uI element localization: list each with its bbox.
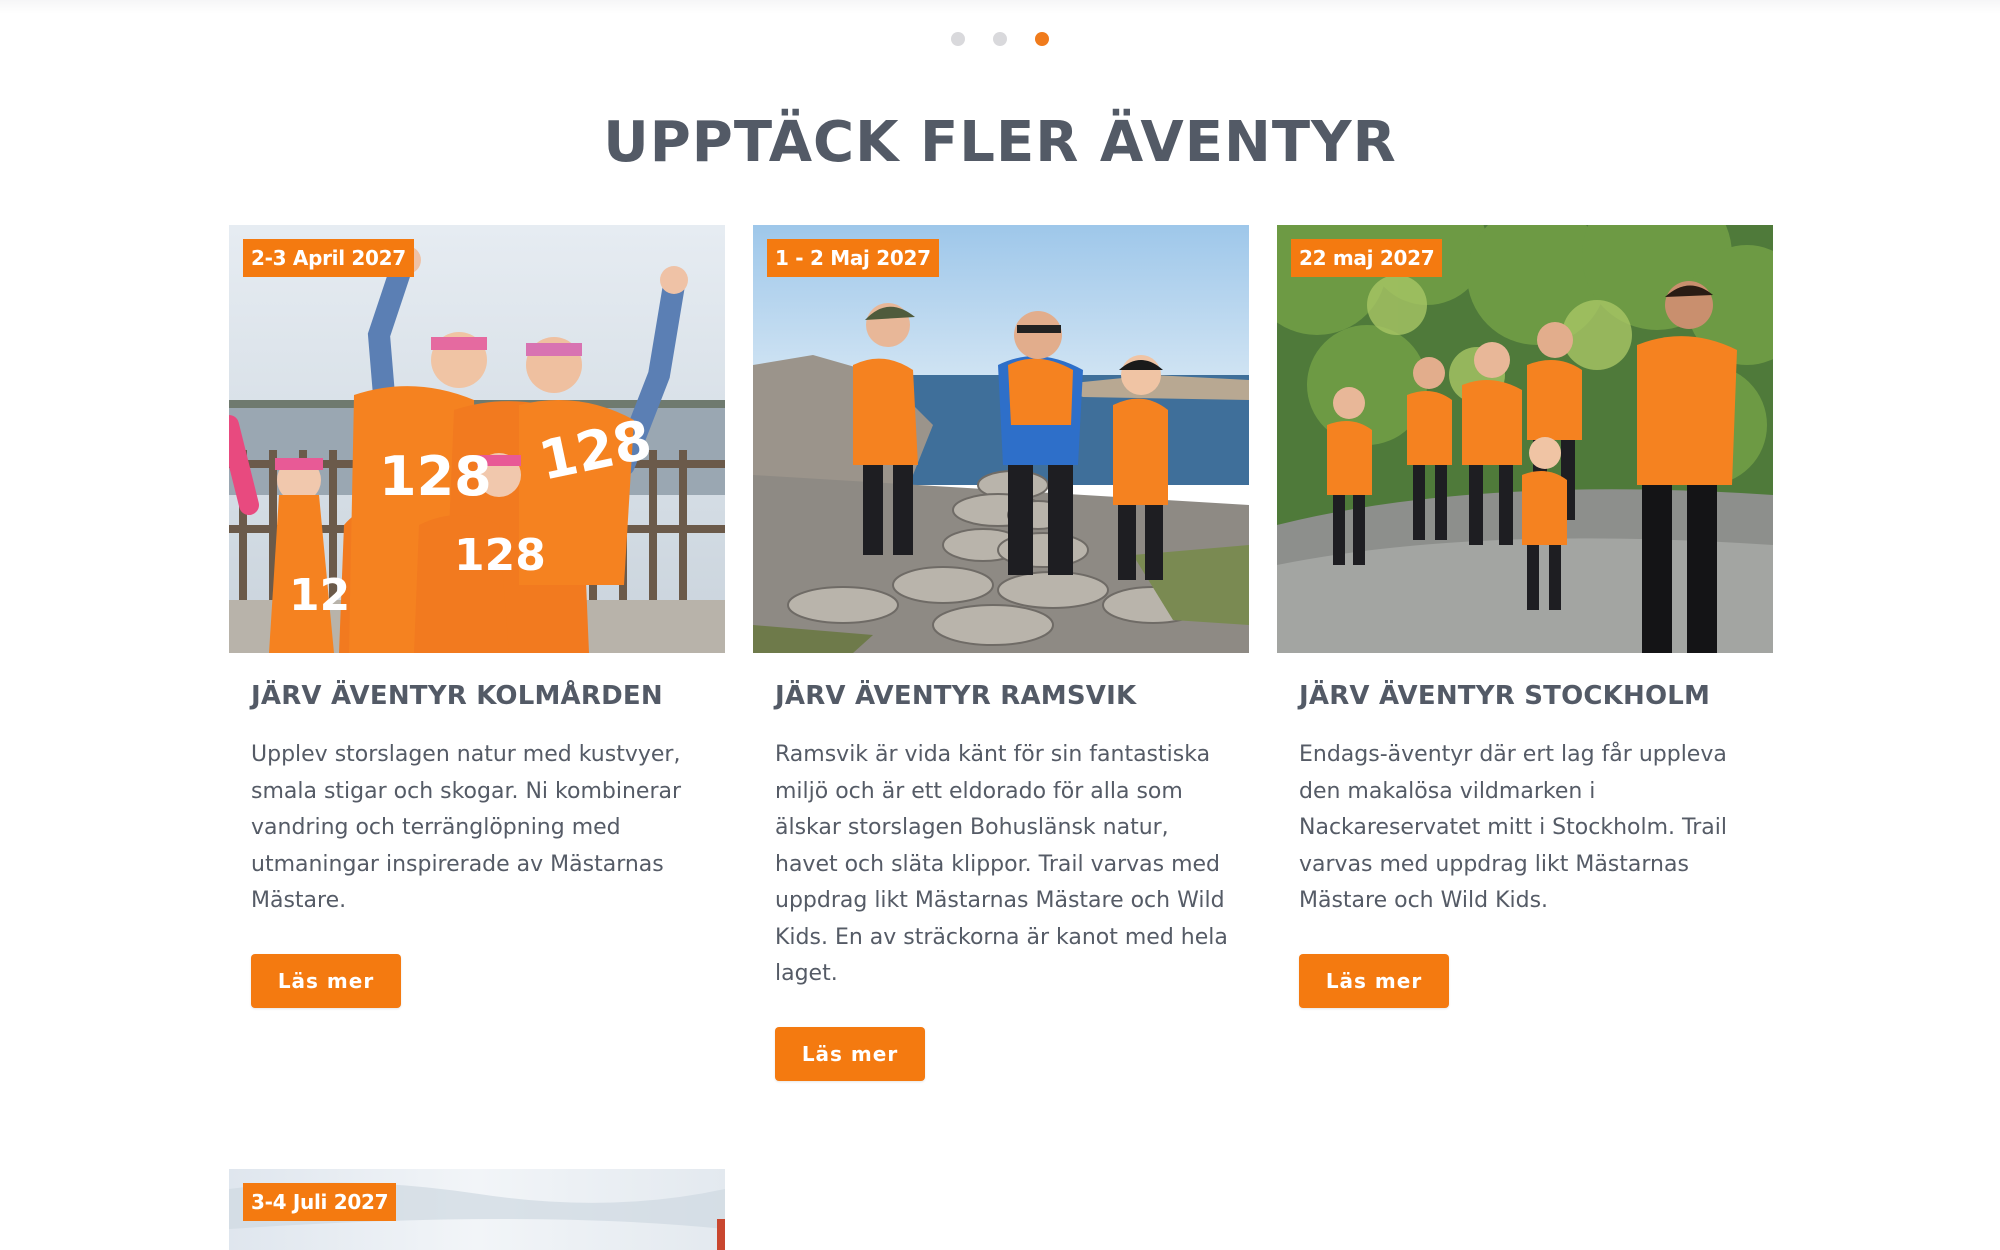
read-more-button[interactable]: Läs mer — [775, 1026, 925, 1081]
card-description: Ramsvik är vida känt för sin fantastiska… — [775, 742, 1228, 986]
date-badge: 2-3 April 2027 — [243, 239, 414, 277]
date-badge: 3-4 Juli 2027 — [243, 1183, 397, 1221]
svg-text:12: 12 — [289, 570, 350, 621]
svg-text:128: 128 — [379, 445, 492, 508]
card-description: Endags-äventyr där ert lag får uppleva d… — [1299, 742, 1727, 913]
carousel-dot-2[interactable] — [993, 32, 1007, 46]
section-title: UPPTÄCK FLER ÄVENTYR — [603, 110, 1397, 175]
date-badge: 22 maj 2027 — [1291, 239, 1443, 277]
card-title[interactable]: JÄRV ÄVENTYR KOLMÅRDEN — [251, 681, 725, 711]
adventure-card-kolmarden: 128 128 128 12 2-3 April 2027 JÄRV ÄVENT… — [229, 225, 725, 1008]
date-badge: 1 - 2 Maj 2027 — [767, 239, 939, 277]
adventure-card-july: 3-4 Juli 2027 — [229, 1169, 725, 1250]
adventure-card-ramsvik: 1 - 2 Maj 2027 JÄRV ÄVENTYR RAMSVIK Rams… — [753, 225, 1249, 1081]
card-description: Upplev storslagen natur med kustvyer, sm… — [251, 742, 682, 913]
adventure-card-stockholm: 22 maj 2027 JÄRV ÄVENTYR STOCKHOLM Endag… — [1277, 225, 1773, 1008]
card-photo[interactable]: 22 maj 2027 — [1277, 225, 1773, 653]
carousel-dot-1[interactable] — [951, 32, 965, 46]
carousel-dots — [0, 32, 2000, 46]
card-photo[interactable]: 128 128 128 12 2-3 April 2027 — [229, 225, 725, 653]
top-divider — [0, 0, 2000, 14]
read-more-button[interactable]: Läs mer — [251, 953, 401, 1008]
photo-ramsvik — [753, 225, 1249, 653]
card-photo[interactable]: 3-4 Juli 2027 — [229, 1169, 725, 1250]
carousel-dot-3[interactable] — [1035, 32, 1049, 46]
photo-stockholm — [1277, 225, 1773, 653]
svg-text:128: 128 — [454, 530, 546, 581]
card-title[interactable]: JÄRV ÄVENTYR STOCKHOLM — [1299, 681, 1773, 711]
read-more-button[interactable]: Läs mer — [1299, 953, 1449, 1008]
card-title[interactable]: JÄRV ÄVENTYR RAMSVIK — [775, 681, 1249, 711]
photo-kolmarden: 128 128 128 12 — [229, 225, 725, 653]
card-photo[interactable]: 1 - 2 Maj 2027 — [753, 225, 1249, 653]
